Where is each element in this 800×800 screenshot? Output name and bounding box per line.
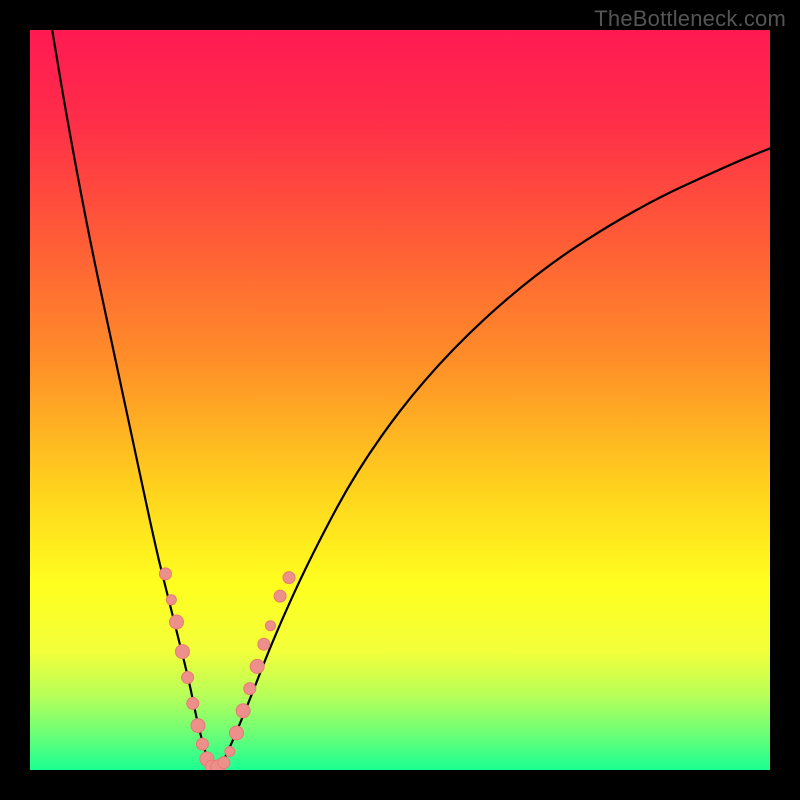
curve-marker	[187, 697, 199, 709]
curve-marker	[170, 615, 184, 629]
curve-marker	[236, 704, 250, 718]
curve-marker	[196, 738, 208, 750]
plot-area	[30, 30, 770, 770]
curve-marker	[244, 683, 256, 695]
curve-marker	[166, 595, 176, 605]
curve-marker	[283, 572, 295, 584]
chart-frame: TheBottleneck.com	[0, 0, 800, 800]
curve-marker	[175, 645, 189, 659]
watermark-text: TheBottleneck.com	[594, 6, 786, 32]
curve-marker	[218, 757, 230, 769]
curve-marker	[159, 568, 171, 580]
curve-marker	[258, 638, 270, 650]
curve-marker	[274, 590, 286, 602]
curve-marker	[250, 659, 264, 673]
curve-marker	[229, 726, 243, 740]
curve-marker	[266, 621, 276, 631]
curve-marker	[182, 672, 194, 684]
curve-marker	[225, 747, 235, 757]
bottleneck-curve	[52, 30, 770, 770]
curve-marker	[191, 719, 205, 733]
curve-markers	[159, 568, 295, 770]
curve-layer	[30, 30, 770, 770]
